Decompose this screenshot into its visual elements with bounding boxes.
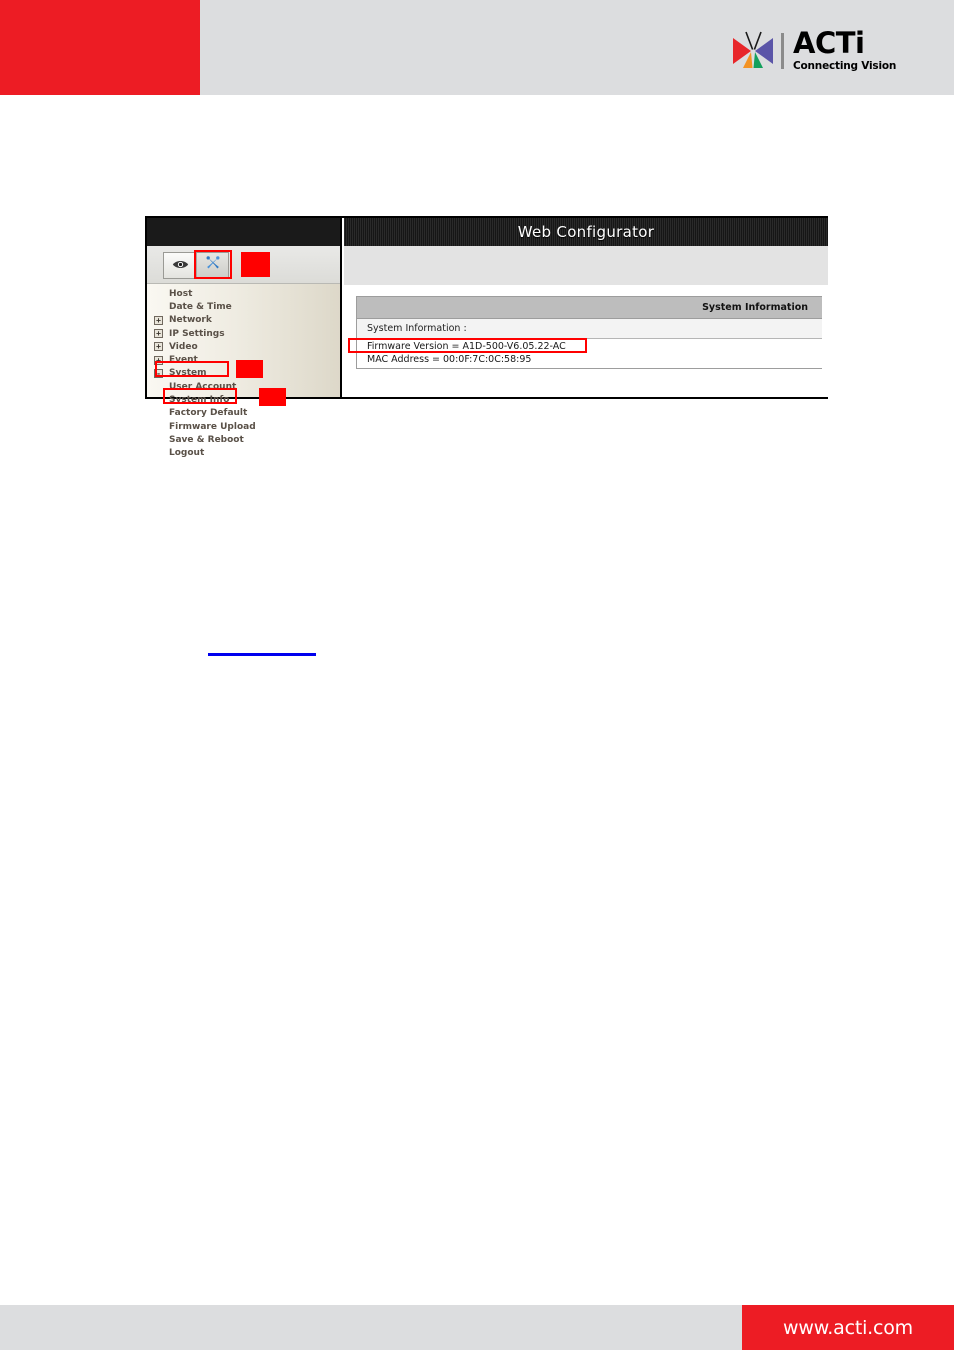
expand-plus-icon[interactable]: + bbox=[154, 355, 163, 365]
header-red-block bbox=[0, 0, 200, 95]
footer-url-block: www.acti.com bbox=[742, 1305, 954, 1350]
expand-plus-icon[interactable]: + bbox=[154, 329, 163, 339]
page-title: Web Configurator bbox=[344, 218, 828, 246]
sidebar-item-label: Video bbox=[169, 341, 198, 352]
sidebar-item-save-reboot[interactable]: Save & Reboot bbox=[147, 433, 340, 446]
expand-plus-icon[interactable]: + bbox=[154, 315, 163, 325]
sidebar-item-label: Event bbox=[169, 355, 198, 366]
mac-address-line: MAC Address = 00:0F:7C:0C:58:95 bbox=[367, 353, 532, 365]
sidebar-item-label: Save & Reboot bbox=[169, 434, 244, 445]
sidebar-item-factory-default[interactable]: Factory Default bbox=[147, 407, 340, 420]
footer-url-text[interactable]: www.acti.com bbox=[783, 1317, 913, 1339]
mode-button-group bbox=[163, 252, 229, 279]
sidebar-item-video[interactable]: + Video bbox=[147, 340, 340, 353]
sidebar-item-label: Network bbox=[169, 315, 212, 326]
collapse-minus-icon[interactable]: - bbox=[154, 368, 163, 378]
manual-page: ACTi Connecting Vision Host Date & Time … bbox=[0, 0, 954, 1350]
sidebar-item-label: User Account bbox=[169, 381, 237, 392]
logo-text: ACTi Connecting Vision bbox=[793, 29, 896, 73]
brand-tagline: Connecting Vision bbox=[793, 60, 897, 72]
sidebar-item-host[interactable]: Host bbox=[147, 287, 340, 300]
logo-divider bbox=[781, 33, 784, 69]
sidebar-toolbar bbox=[147, 246, 340, 284]
firmware-version-line: Firmware Version = A1D-500-V6.05.22-AC bbox=[367, 341, 566, 352]
sidebar-item-label: Factory Default bbox=[169, 408, 248, 419]
sidebar-item-label: IP Settings bbox=[169, 328, 225, 339]
sidebar-item-user-account[interactable]: User Account bbox=[147, 380, 340, 393]
sidebar-item-firmware-upload[interactable]: Firmware Upload bbox=[147, 420, 340, 433]
table-header-system-information: System Information bbox=[357, 297, 822, 319]
annotation-marker-2 bbox=[236, 360, 263, 378]
annotation-marker-3 bbox=[259, 388, 286, 406]
system-info-lines: Firmware Version = A1D-500-V6.05.22-AC M… bbox=[348, 338, 822, 368]
reference-link-underline[interactable] bbox=[208, 653, 316, 656]
sidebar-item-label: Logout bbox=[169, 448, 205, 459]
configurator-content: Web Configurator System Information Syst… bbox=[344, 218, 828, 397]
annotation-marker-1 bbox=[241, 252, 270, 277]
sidebar-item-logout[interactable]: Logout bbox=[147, 447, 340, 460]
web-configurator-screenshot: Host Date & Time + Network + IP Settings… bbox=[145, 216, 828, 458]
sidebar-item-date-time[interactable]: Date & Time bbox=[147, 300, 340, 313]
sidebar-item-ip-settings[interactable]: + IP Settings bbox=[147, 327, 340, 340]
content-subbar bbox=[344, 246, 828, 286]
sidebar-menu: Host Date & Time + Network + IP Settings… bbox=[147, 284, 340, 458]
sidebar-item-network[interactable]: + Network bbox=[147, 314, 340, 327]
section-label: System Information : bbox=[357, 319, 822, 339]
sidebar-item-label: Firmware Upload bbox=[169, 421, 256, 432]
acti-logo: ACTi Connecting Vision bbox=[730, 28, 896, 74]
eye-icon bbox=[172, 257, 189, 275]
system-information-table: System Information System Information : … bbox=[348, 296, 822, 369]
tools-icon bbox=[205, 255, 221, 276]
page-header: ACTi Connecting Vision bbox=[0, 0, 954, 95]
sidebar-item-label: Host bbox=[169, 288, 193, 299]
sidebar-top-bar bbox=[147, 218, 340, 246]
acti-butterfly-logo-icon bbox=[730, 30, 776, 72]
live-view-button[interactable] bbox=[164, 253, 196, 278]
configurator-sidebar: Host Date & Time + Network + IP Settings… bbox=[147, 218, 342, 458]
sidebar-item-label: System Info bbox=[169, 395, 230, 406]
sidebar-item-label: Date & Time bbox=[169, 301, 232, 312]
content-body: System Information System Information : … bbox=[344, 286, 828, 397]
sidebar-item-label: System bbox=[169, 368, 207, 379]
expand-plus-icon[interactable]: + bbox=[154, 342, 163, 352]
sidebar-item-system-info[interactable]: System Info bbox=[147, 393, 340, 406]
brand-name: ACTi bbox=[793, 26, 865, 60]
setup-tools-button[interactable] bbox=[196, 253, 228, 278]
